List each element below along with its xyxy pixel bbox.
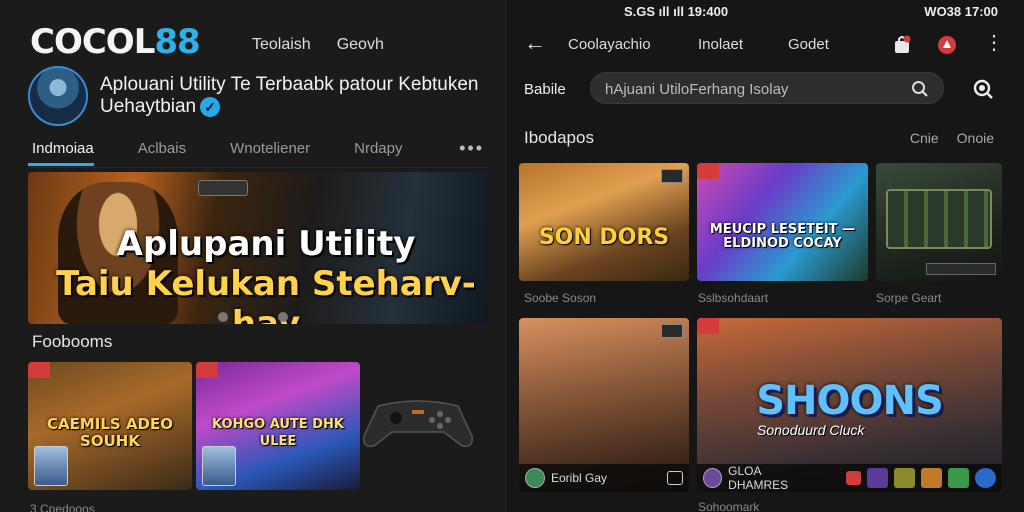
more-icon[interactable]: ••• <box>459 138 484 159</box>
card-footer-text: GLOA DHAMRES <box>728 464 789 492</box>
section-options: Cnie Onoie <box>910 130 994 146</box>
game-caption: Sorpe Geart <box>876 291 942 305</box>
game-card-title: MEUCIP LESETEIT — ELDINOD COCAY <box>709 222 856 251</box>
left-panel: COCOL88 Teolaish Geovh Aplouani Utility … <box>0 0 505 512</box>
logo-number: 88 <box>154 22 200 62</box>
avatar[interactable] <box>28 66 88 126</box>
notification-icon[interactable] <box>936 34 958 56</box>
tab[interactable]: Aclbais <box>134 138 186 167</box>
search-icon[interactable] <box>911 80 929 98</box>
game-caption: Soobe Soson <box>524 291 597 305</box>
card-mini-icon <box>845 471 862 485</box>
banner-pager <box>218 312 288 322</box>
game-card[interactable]: SON DORS <box>519 163 689 281</box>
kebab-menu-icon[interactable]: ⋮ <box>984 32 1004 54</box>
topnav-item[interactable]: Teolaish <box>252 36 311 54</box>
card-badge <box>661 324 683 338</box>
card-mini-icon <box>667 471 683 485</box>
search-label: Babile <box>524 81 566 98</box>
card-footer: GLOA DHAMRES <box>697 464 1002 492</box>
status-clock: WO38 17:00 <box>924 4 998 19</box>
tab-active[interactable]: Indmoiaa <box>28 138 94 166</box>
search-box[interactable] <box>590 72 944 104</box>
game-card-title: SON DORS <box>538 225 670 250</box>
appbar-item[interactable]: Godet <box>788 36 829 53</box>
game-tile-icon[interactable] <box>948 468 969 488</box>
topnav-item[interactable]: Geovh <box>337 36 384 54</box>
logo-text: COCOL <box>30 22 155 62</box>
game-card-title: SHOONS <box>756 378 944 424</box>
profile-title: Aplouani Utility Te Terbaabk patour Kebt… <box>100 74 500 126</box>
game-tile-icon[interactable] <box>867 468 889 488</box>
game-caption: Sslbsohdaart <box>698 291 769 305</box>
gamepad-icon <box>362 400 474 448</box>
card-footer: Eoribl Gay <box>519 464 689 492</box>
app-logo[interactable]: COCOL88 <box>30 22 201 62</box>
back-arrow-icon[interactable]: ← <box>524 32 546 54</box>
game-card-title: KOHGO AUTE DHK ULEE <box>212 417 344 449</box>
pager-dot[interactable] <box>218 312 228 322</box>
game-card[interactable]: MEUCIP LESETEIT — ELDINOD COCAY <box>697 163 868 281</box>
search-input[interactable] <box>605 79 905 99</box>
section-title: Foobooms <box>32 332 113 351</box>
right-panel: S.GS ıll ıll 19:400 WO38 17:00 ← Coolaya… <box>505 0 1024 512</box>
new-ribbon <box>196 362 218 378</box>
hero-banner[interactable]: Aplupani Utility Taiu Kelukan Steharv-ha… <box>28 172 488 324</box>
profile-title-text: Aplouani Utility Te Terbaabk patour Kebt… <box>100 74 479 117</box>
top-nav: Teolaish Geovh <box>252 36 384 54</box>
status-bar: S.GS ıll ıll 19:400 WO38 17:00 <box>506 4 1024 24</box>
game-thumbnail <box>202 446 236 486</box>
game-tile-icon[interactable] <box>921 468 943 488</box>
section-title: Ibodapos <box>524 128 594 147</box>
tab-bar: Indmoiaa Aclbais Wnoteliener Nrdapy ••• <box>28 138 488 168</box>
appbar-item[interactable]: Inolaet <box>698 36 743 53</box>
new-ribbon <box>697 318 719 334</box>
slot-reels <box>886 189 992 249</box>
check-badge-icon: ✓ <box>200 96 221 117</box>
avatar <box>525 468 545 488</box>
section-title-partial: Sohoomark <box>698 500 760 512</box>
profile-header: Aplouani Utility Te Terbaabk patour Kebt… <box>28 66 500 126</box>
bag-icon[interactable] <box>892 34 912 54</box>
app-bar: ← Coolayachio Inolaet Godet ⋮ <box>506 32 1024 60</box>
appbar-item[interactable]: Coolayachio <box>568 36 651 53</box>
tab[interactable]: Nrdapy <box>350 138 402 167</box>
status-signal: S.GS ıll ıll 19:400 <box>624 4 729 19</box>
section-option[interactable]: Cnie <box>910 130 939 146</box>
card-bar <box>926 263 996 275</box>
search-row: Babile <box>506 72 1024 106</box>
game-card[interactable]: CAEMILS ADEO SOUHK <box>28 362 192 490</box>
banner-badge <box>198 180 248 196</box>
section-option[interactable]: Onoie <box>957 130 994 146</box>
pager-dot[interactable] <box>278 312 288 322</box>
game-tile-icon[interactable] <box>894 468 916 488</box>
globe-icon[interactable] <box>975 468 996 488</box>
new-ribbon <box>697 163 719 179</box>
tab[interactable]: Wnoteliener <box>226 138 310 167</box>
game-thumbnail <box>34 446 68 486</box>
banner-headline: Aplupani Utility Taiu Kelukan Steharv-ha… <box>46 224 486 324</box>
card-badge <box>661 169 683 183</box>
game-card[interactable]: KOHGO AUTE DHK ULEE <box>196 362 360 490</box>
avatar <box>703 468 723 488</box>
game-card-subtitle: Sonoduurd Cluck <box>757 422 865 438</box>
game-card[interactable]: SHOONS Sonoduurd Cluck GLOA DHAMRES <box>697 318 1002 492</box>
scan-search-icon[interactable] <box>972 78 994 100</box>
banner-headline-line1: Aplupani Utility <box>116 224 416 264</box>
game-card-title: CAEMILS ADEO SOUHK <box>46 415 173 450</box>
card-footer-text: Eoribl Gay <box>551 471 608 485</box>
game-card[interactable] <box>876 163 1002 281</box>
section-title-partial: 3 Cpedooos <box>30 502 95 512</box>
game-card[interactable]: Eoribl Gay <box>519 318 689 492</box>
new-ribbon <box>28 362 50 378</box>
